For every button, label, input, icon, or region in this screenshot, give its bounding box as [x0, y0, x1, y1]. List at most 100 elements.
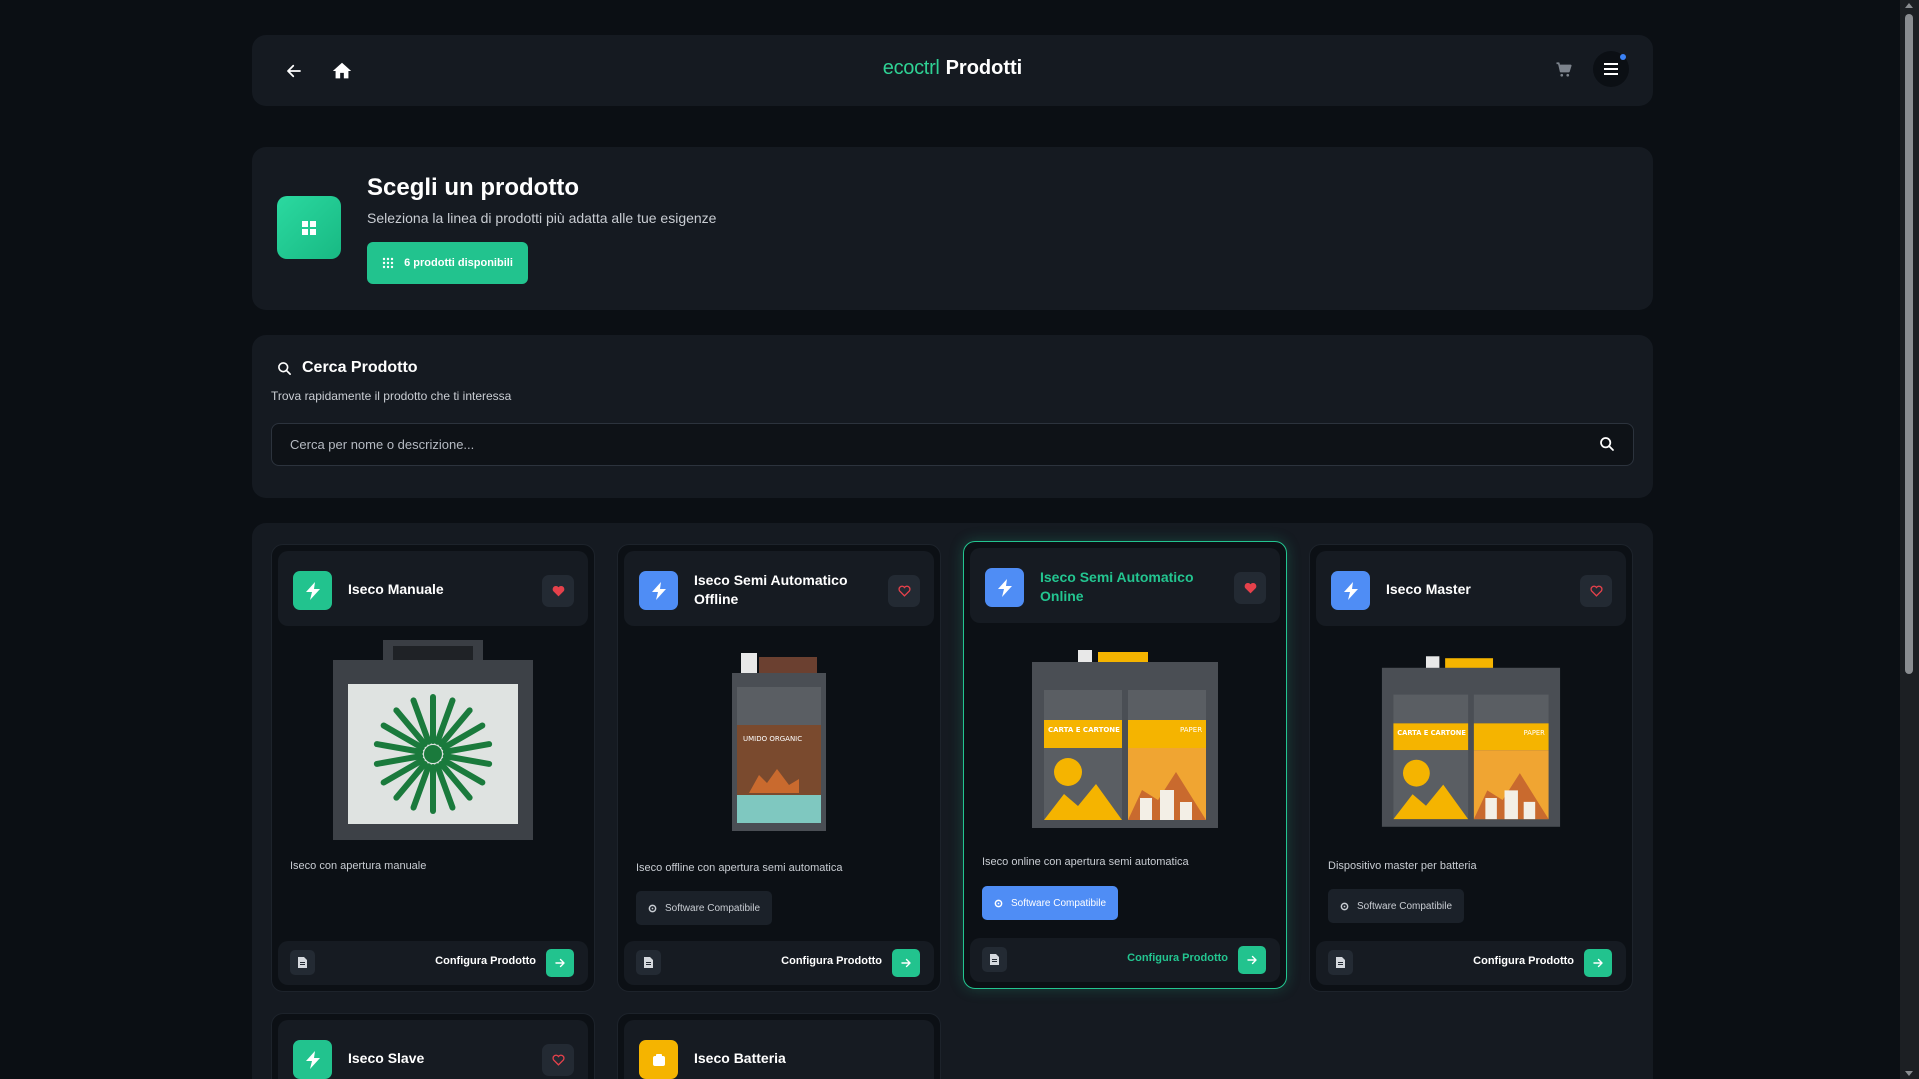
document-icon — [298, 957, 307, 968]
search-title: Cerca Prodotto — [302, 359, 418, 376]
products-count-badge: 6 prodotti disponibili — [367, 242, 528, 284]
product-description: Iseco offline con apertura semi automati… — [636, 862, 843, 874]
badge-label: 6 prodotti disponibili — [404, 257, 513, 269]
gear-icon — [994, 899, 1003, 907]
favorite-button[interactable] — [888, 575, 920, 607]
scroll-down-arrow[interactable] — [1905, 1071, 1913, 1076]
card-footer: Configura Prodotto — [278, 941, 588, 985]
configure-button[interactable] — [546, 949, 574, 977]
configure-label[interactable]: Configura Prodotto — [781, 955, 882, 967]
card-footer: Configura Prodotto — [624, 941, 934, 985]
product-description: Dispositivo master per batteria — [1328, 860, 1477, 872]
bolt-icon — [293, 1040, 332, 1079]
card-header: Iseco Manuale — [278, 551, 588, 626]
product-card-selected[interactable]: Iseco Semi Automatico Online CARTA E CAR… — [963, 541, 1287, 989]
heart-outline-icon — [551, 1054, 565, 1066]
favorite-button[interactable] — [542, 575, 574, 607]
logo: ecoctrl — [882, 57, 940, 79]
search-box[interactable] — [271, 423, 1634, 466]
product-image — [292, 640, 574, 845]
grid-icon — [277, 196, 341, 259]
datasheet-button[interactable] — [1328, 950, 1353, 975]
datasheet-button[interactable] — [636, 950, 661, 975]
card-header: Iseco Batteria — [624, 1020, 934, 1079]
chip-label: Software Compatibile — [1011, 897, 1107, 909]
datasheet-button[interactable] — [982, 947, 1007, 972]
product-name: Iseco Master — [1386, 581, 1471, 597]
bolt-icon — [293, 571, 332, 610]
card-footer: Configura Prodotto — [970, 938, 1280, 982]
configure-button[interactable] — [1238, 946, 1266, 974]
brand: ecoctrl Prodotti — [252, 57, 1653, 80]
carta-label: CARTA E CARTONE — [1048, 726, 1120, 734]
heart-filled-icon — [1244, 582, 1256, 594]
cart-button[interactable] — [1553, 59, 1575, 81]
datasheet-button[interactable] — [290, 950, 315, 975]
hero-subtitle: Seleziona la linea di prodotti più adatt… — [367, 210, 717, 226]
product-name: Iseco Semi Automatico Offline — [694, 572, 848, 607]
card-header: Iseco Semi Automatico Offline — [624, 551, 934, 626]
page-scrollbar[interactable] — [1900, 0, 1919, 1079]
product-card[interactable]: Iseco Batteria — [617, 1013, 941, 1079]
menu-button[interactable] — [1593, 51, 1629, 87]
document-icon — [1336, 957, 1345, 968]
product-name: Iseco Batteria — [694, 1050, 786, 1066]
search-input[interactable] — [290, 424, 1570, 465]
arrow-right-icon — [555, 958, 565, 968]
gear-icon — [1340, 902, 1349, 910]
favorite-button[interactable] — [1580, 575, 1612, 607]
configure-label[interactable]: Configura Prodotto — [435, 955, 536, 967]
paper-label: PAPER — [1524, 729, 1545, 737]
configure-button[interactable] — [892, 949, 920, 977]
search-header: Cerca Prodotto — [277, 359, 418, 377]
products-panel: Iseco Manuale Iseco con apertura manuale… — [252, 523, 1653, 1079]
scrollbar-thumb[interactable] — [1905, 14, 1913, 674]
product-description: Iseco online con apertura semi automatic… — [982, 856, 1189, 868]
product-card[interactable]: Iseco Slave — [271, 1013, 595, 1079]
dots-grid-icon — [382, 257, 394, 269]
top-bar: ecoctrl Prodotti — [252, 35, 1653, 106]
bolt-icon — [639, 571, 678, 610]
carta-label: CARTA E CARTONE — [1397, 729, 1466, 737]
heart-outline-icon — [1589, 585, 1603, 597]
page-title: Prodotti — [945, 57, 1023, 79]
chip-label: Software Compatibile — [665, 902, 761, 914]
product-image: UMIDO ORGANIC — [638, 640, 920, 845]
umido-label: UMIDO ORGANIC — [743, 735, 802, 743]
notification-dot — [1620, 54, 1626, 60]
product-name: Iseco Manuale — [348, 581, 444, 597]
product-name: Iseco Semi Automatico Online — [1040, 569, 1194, 604]
arrow-right-icon — [1247, 955, 1257, 965]
product-description: Iseco con apertura manuale — [290, 860, 427, 872]
software-chip: Software Compatibile — [982, 886, 1119, 920]
favorite-button[interactable] — [1234, 572, 1266, 604]
product-card[interactable]: Iseco Master CARTA E CARTONE PAPER Dispo… — [1309, 544, 1633, 992]
configure-label[interactable]: Configura Prodotto — [1127, 952, 1228, 964]
heart-filled-icon — [552, 585, 564, 597]
chip-label: Software Compatibile — [1357, 900, 1453, 912]
scroll-up-arrow[interactable] — [1905, 3, 1913, 8]
search-panel: Cerca Prodotto Trova rapidamente il prod… — [252, 335, 1653, 498]
hero-title: Scegli un prodotto — [367, 174, 579, 201]
card-header: Iseco Master — [1316, 551, 1626, 626]
product-card[interactable]: Iseco Manuale Iseco con apertura manuale… — [271, 544, 595, 992]
bolt-icon — [985, 568, 1024, 607]
search-description: Trova rapidamente il prodotto che ti int… — [271, 389, 512, 403]
document-icon — [644, 957, 653, 968]
paper-label: PAPER — [1180, 726, 1202, 734]
search-icon — [278, 361, 291, 375]
heart-outline-icon — [897, 585, 911, 597]
hero-panel: Scegli un prodotto Seleziona la linea di… — [252, 147, 1653, 310]
card-header: Iseco Semi Automatico Online — [970, 548, 1280, 623]
configure-button[interactable] — [1584, 949, 1612, 977]
card-header: Iseco Slave — [278, 1020, 588, 1079]
gear-icon — [648, 904, 657, 912]
arrow-right-icon — [901, 958, 911, 968]
software-chip: Software Compatibile — [636, 891, 773, 925]
search-submit-icon — [1600, 437, 1614, 451]
product-card[interactable]: Iseco Semi Automatico Offline UMIDO ORGA… — [617, 544, 941, 992]
product-image: CARTA E CARTONE PAPER — [1330, 640, 1612, 845]
product-image: CARTA E CARTONE PAPER — [984, 637, 1266, 842]
configure-label[interactable]: Configura Prodotto — [1473, 955, 1574, 967]
favorite-button[interactable] — [542, 1044, 574, 1076]
